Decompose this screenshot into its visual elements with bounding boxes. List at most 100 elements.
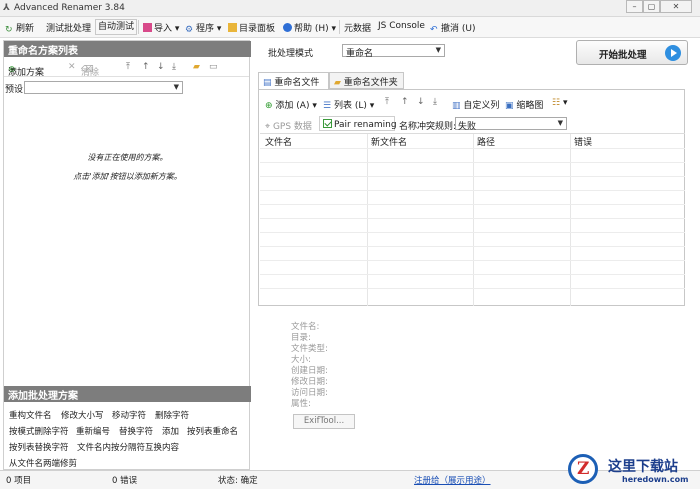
add-files-menu[interactable]: ⊕ 添加 (A) ▾ <box>265 98 317 111</box>
thumbnails-button[interactable]: ▣ 缩略图 <box>505 98 543 111</box>
grid-line <box>260 218 685 219</box>
grid-line <box>260 162 685 163</box>
auto-test-toggle[interactable]: 自动测试 <box>95 19 138 35</box>
method-link[interactable]: 移动字符 <box>112 409 146 421</box>
grid-line <box>260 260 685 261</box>
minimize-button[interactable]: – <box>626 0 643 13</box>
move-up-icon[interactable]: ↑ <box>142 62 150 72</box>
method-link[interactable]: 重新编号 <box>76 425 110 437</box>
method-link[interactable]: 从文件名两端修剪 <box>9 457 77 469</box>
folder-icon: ▰ <box>334 78 341 88</box>
method-link[interactable]: 删除字符 <box>155 409 189 421</box>
watermark-logo-letter: Z <box>577 459 590 479</box>
batch-mode-label: 批处理模式 <box>268 49 314 59</box>
columns-icon: ▥ <box>452 101 461 111</box>
main-toolbar: ↻ 刷新 测试批处理 自动测试 导入 ▾ ⚙ 程序 ▾ 目录面板 帮助 (H) ▾ … <box>0 17 700 38</box>
custom-columns-button[interactable]: ▥ 自定义列 <box>452 98 499 111</box>
program-label: 程序 <box>196 24 215 34</box>
pair-renaming-toggle[interactable]: Pair renaming <box>319 116 397 131</box>
error-count: 0 错误 <box>112 476 138 486</box>
toolbar-divider <box>138 20 139 34</box>
batch-mode-dropdown[interactable]: 重命名 ▼ <box>342 44 445 59</box>
list-label: 列表 (L) <box>333 101 367 111</box>
method-link[interactable]: 添加 <box>162 425 179 437</box>
open-folder-icon[interactable]: ▰ <box>193 62 200 72</box>
image-icon: ▣ <box>505 101 514 111</box>
grid-line <box>260 204 685 205</box>
watermark-text: 这里下载站 <box>608 459 678 475</box>
method-link[interactable]: 修改大小写 <box>61 409 104 421</box>
column-header-error[interactable]: 错误 <box>574 135 592 148</box>
move-down-icon[interactable]: ↓ <box>157 62 165 72</box>
maximize-button[interactable]: ▢ <box>643 0 660 13</box>
method-link[interactable]: 文件名内按分隔符互换内容 <box>77 441 179 453</box>
save-icon[interactable]: ▭ <box>209 62 218 72</box>
program-menu[interactable]: ⚙ 程序 ▾ <box>185 21 221 35</box>
conflict-rule-dropdown[interactable]: 失败 ▼ <box>455 117 567 132</box>
import-icon <box>143 23 152 32</box>
item-count: 0 项目 <box>6 476 32 486</box>
move-top-icon[interactable]: ⤒ <box>385 97 389 107</box>
method-link[interactable]: 按列表重命名 <box>187 425 238 437</box>
info-attributes-label: 属性: <box>291 399 311 409</box>
dir-panel-label: 目录面板 <box>239 24 276 34</box>
method-link[interactable]: 按模式删除字符 <box>9 425 69 437</box>
toolbar-divider <box>339 20 340 34</box>
move-top-icon[interactable]: ⤒ <box>126 62 130 72</box>
grid-line <box>260 176 685 177</box>
refresh-button[interactable]: ↻ 刷新 <box>5 21 35 35</box>
watermark-logo: Z <box>568 454 598 484</box>
exiftool-button[interactable]: ExifTool... <box>293 414 355 429</box>
register-link[interactable]: 注册给（展示用途） <box>414 474 491 486</box>
import-menu[interactable]: 导入 ▾ <box>143 21 179 34</box>
folder-icon <box>228 23 237 32</box>
auto-test-label: 自动测试 <box>98 22 135 32</box>
method-link[interactable]: 替换字符 <box>119 425 153 437</box>
move-down-icon[interactable]: ↓ <box>417 97 425 107</box>
column-header-path[interactable]: 路径 <box>477 135 495 148</box>
status-text: 状态: 确定 <box>218 476 258 486</box>
move-bottom-icon[interactable]: ⤓ <box>172 62 176 72</box>
move-up-icon[interactable]: ↑ <box>401 97 409 107</box>
grid-line <box>260 148 685 149</box>
preset-dropdown[interactable]: ▼ <box>24 81 183 94</box>
method-link[interactable]: 重构文件名 <box>9 409 52 421</box>
view-list-icon: ☷ <box>552 98 561 108</box>
js-console-button[interactable]: JS Console <box>378 21 425 31</box>
start-batch-button[interactable]: 开始批处理 <box>576 40 688 65</box>
test-batch-button[interactable]: 测试批处理 <box>46 21 91 34</box>
metadata-button[interactable]: 元数据 <box>344 21 371 34</box>
column-header-new-filename[interactable]: 新文件名 <box>371 135 407 148</box>
start-batch-label: 开始批处理 <box>599 50 647 61</box>
move-bottom-icon[interactable]: ⤓ <box>433 97 437 107</box>
method-link[interactable]: 按列表替换字符 <box>9 441 69 453</box>
column-divider <box>570 134 571 306</box>
grid-line <box>260 190 685 191</box>
undo-button[interactable]: ↶ 撤消 (U) <box>430 21 475 35</box>
batch-methods-header: 添加批处理方案 <box>4 386 251 402</box>
thumbnails-label: 缩略图 <box>516 101 544 111</box>
help-menu[interactable]: 帮助 (H) ▾ <box>283 21 336 34</box>
view-options-menu[interactable]: ☷ ▾ <box>552 98 567 108</box>
methods-header: 重命名方案列表 <box>4 41 251 57</box>
grid-line <box>260 274 685 275</box>
grid-line <box>260 232 685 233</box>
help-label: 帮助 (H) <box>294 24 329 34</box>
conflict-rule-label: 名称冲突规则: <box>399 122 457 132</box>
column-header-filename[interactable]: 文件名 <box>265 135 292 148</box>
undo-icon: ↶ <box>430 25 438 35</box>
dir-panel-button[interactable]: 目录面板 <box>228 21 275 34</box>
tab-rename-folders[interactable]: ▰ 重命名文件夹 <box>329 72 404 89</box>
list-menu[interactable]: ☰ 列表 (L) ▾ <box>323 98 374 111</box>
help-icon <box>283 23 292 32</box>
clear-label: 清除 <box>81 68 100 78</box>
refresh-label: 刷新 <box>16 24 35 34</box>
gps-data-button[interactable]: ⌖ GPS 数据 <box>265 119 312 132</box>
add-files-label: 添加 (A) <box>275 101 310 111</box>
delete-icon[interactable]: ✕ <box>68 62 76 72</box>
close-button[interactable]: ✕ <box>660 0 692 13</box>
test-batch-label: 测试批处理 <box>46 24 92 34</box>
title-bar: ⅄ Advanced Renamer 3.84 – ▢ ✕ <box>0 0 700 17</box>
pair-renaming-label: Pair renaming <box>334 120 397 130</box>
tab-rename-files[interactable]: ▤ 重命名文件 <box>258 72 329 90</box>
